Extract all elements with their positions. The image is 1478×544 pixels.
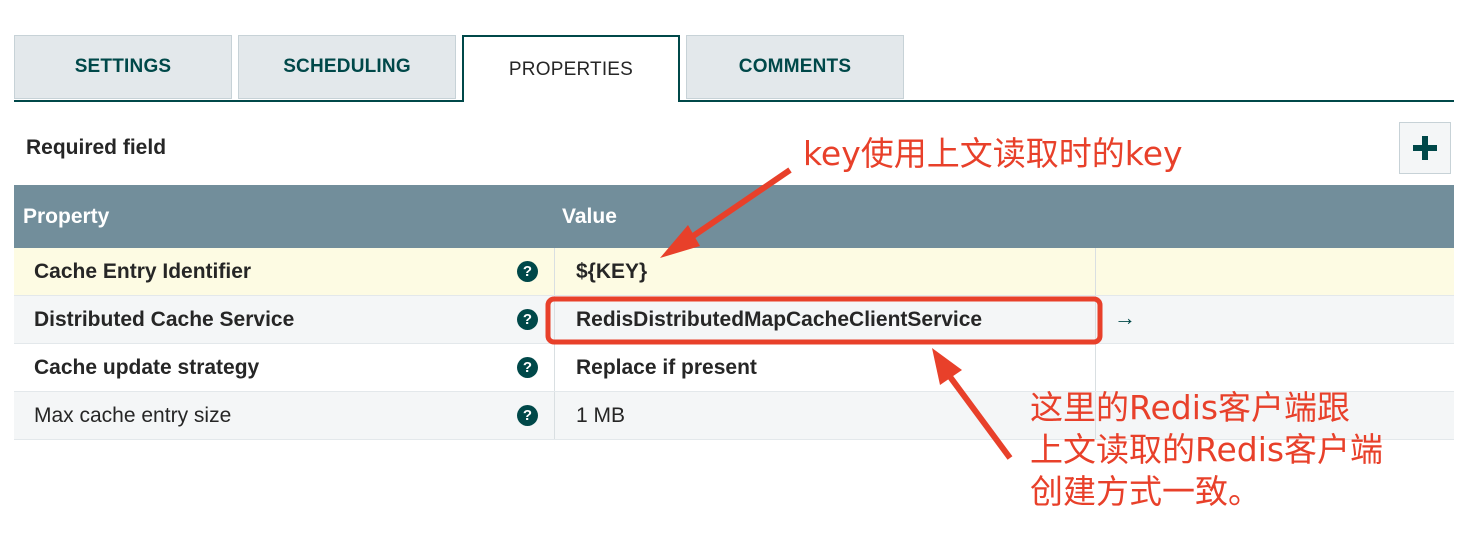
tab-comments[interactable]: COMMENTS — [686, 35, 904, 99]
column-divider — [554, 296, 555, 343]
table-header: Property Value — [14, 185, 1454, 248]
header-property: Property — [23, 205, 110, 228]
tab-properties[interactable]: PROPERTIES — [462, 35, 680, 102]
property-value[interactable]: ${KEY} — [576, 260, 647, 284]
help-icon[interactable]: ? — [517, 309, 538, 330]
tab-settings[interactable]: SETTINGS — [14, 35, 232, 99]
tab-bar: SETTINGS SCHEDULING PROPERTIES COMMENTS — [14, 35, 1454, 102]
annotation-redis-line-3: 创建方式一致。 — [1030, 472, 1261, 511]
property-value[interactable]: Replace if present — [576, 356, 757, 380]
property-value[interactable]: 1 MB — [576, 404, 625, 428]
add-property-button[interactable] — [1399, 122, 1451, 174]
column-divider — [554, 344, 555, 391]
property-name: Distributed Cache Service — [34, 308, 295, 331]
help-icon[interactable]: ? — [517, 261, 538, 282]
required-field-label: Required field — [26, 136, 167, 159]
tab-scheduling[interactable]: SCHEDULING — [238, 35, 456, 99]
column-divider — [1095, 344, 1096, 391]
annotation-key-note: key使用上文读取时的key — [803, 134, 1183, 173]
column-divider — [1095, 296, 1096, 343]
column-divider — [554, 248, 555, 295]
header-value: Value — [562, 205, 617, 228]
property-name: Max cache entry size — [34, 404, 232, 427]
annotation-redis-line-2: 上文读取的Redis客户端 — [1030, 430, 1384, 469]
arrow-right-icon[interactable]: → — [1114, 305, 1136, 331]
property-name: Cache update strategy — [34, 356, 260, 379]
table-row[interactable]: Cache update strategy ? Replace if prese… — [14, 344, 1454, 392]
help-icon[interactable]: ? — [517, 357, 538, 378]
plus-icon — [1413, 136, 1437, 160]
column-divider — [554, 392, 555, 439]
tab-underline — [14, 100, 1454, 102]
annotation-redis-line-1: 这里的Redis客户端跟 — [1030, 388, 1351, 427]
table-row[interactable]: Cache Entry Identifier ? ${KEY} — [14, 248, 1454, 296]
property-value[interactable]: RedisDistributedMapCacheClientService — [576, 308, 982, 332]
help-icon[interactable]: ? — [517, 405, 538, 426]
table-row[interactable]: Distributed Cache Service ? RedisDistrib… — [14, 296, 1454, 344]
property-name: Cache Entry Identifier — [34, 260, 252, 283]
column-divider — [1095, 248, 1096, 295]
